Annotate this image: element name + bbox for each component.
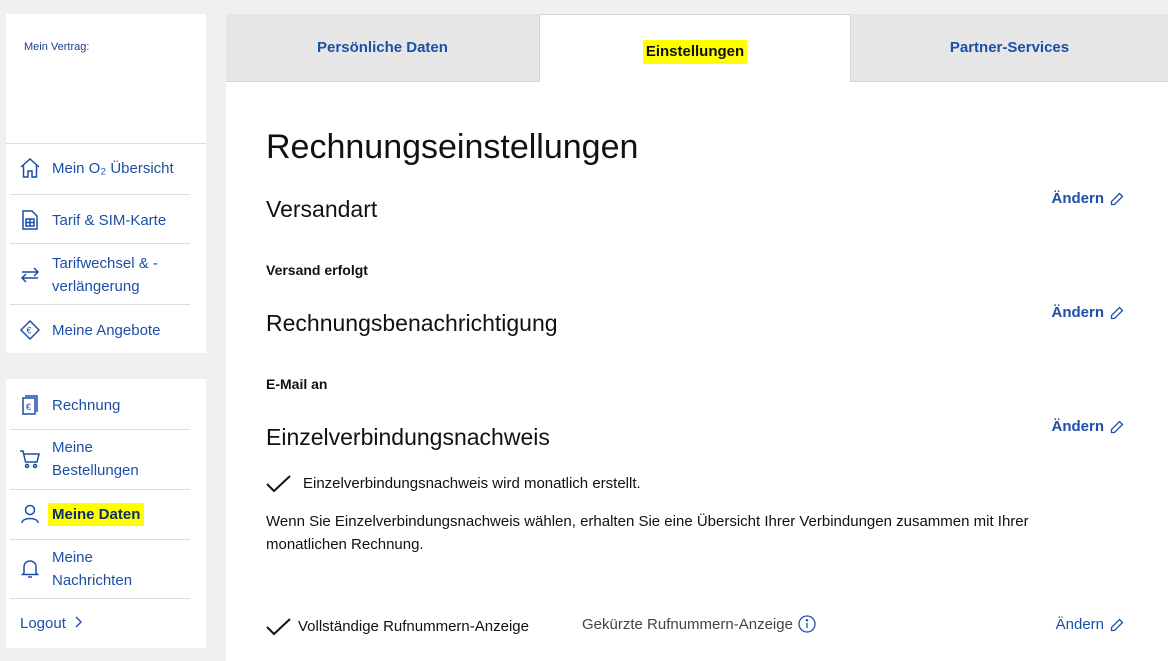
sidebar-item-overview[interactable]: Mein O₂ Übersicht <box>10 156 190 180</box>
divider <box>10 304 190 305</box>
rufnummer-option-full[interactable]: Vollständige Rufnummern-Anzeige <box>266 615 529 638</box>
divider <box>10 429 190 430</box>
field-label: E-Mail an <box>266 376 328 392</box>
page-title: Rechnungseinstellungen <box>266 128 639 166</box>
divider <box>10 539 190 540</box>
swap-arrows-icon <box>18 263 42 287</box>
sidebar-item-label: Meine Angebote <box>52 321 161 339</box>
offer-tag-icon: € <box>18 318 42 342</box>
user-icon <box>18 502 42 526</box>
sidebar-item-nachrichten[interactable]: Meine Nachrichten <box>10 546 190 592</box>
sidebar-item-tarif[interactable]: Tarif & SIM-Karte <box>10 208 190 232</box>
field-label: Versand erfolgt <box>266 262 368 278</box>
rufnummer-full-label: Vollständige Rufnummern-Anzeige <box>298 618 529 635</box>
divider <box>10 598 190 599</box>
section-heading: Versandart <box>266 196 378 222</box>
change-benachrichtigung-button[interactable]: Ändern <box>1052 304 1125 321</box>
checkmark-icon <box>266 617 291 635</box>
chevron-right-icon <box>74 615 82 632</box>
invoice-icon: € <box>18 393 42 417</box>
sidebar-item-label: Tarif & SIM-Karte <box>52 211 167 229</box>
pencil-icon <box>1110 420 1124 433</box>
sidebar-item-label: Mein O₂ Übersicht <box>52 159 174 177</box>
sidebar-item-angebote[interactable]: € Meine Angebote <box>10 318 190 342</box>
divider <box>10 243 190 244</box>
evn-status: Einzelverbindungsnachweis wird monatlich… <box>266 472 641 495</box>
divider <box>6 143 206 144</box>
tab-persoenliche-daten[interactable]: Persönliche Daten <box>226 14 539 81</box>
sidebar-item-label: Meine Nachrichten <box>52 549 133 589</box>
svg-text:€: € <box>26 402 31 412</box>
change-label: Ändern <box>1055 616 1104 633</box>
change-label: Ändern <box>1051 304 1105 321</box>
home-icon <box>18 156 42 180</box>
contract-label: Mein Vertrag: <box>24 41 90 53</box>
cart-icon <box>18 447 42 471</box>
sim-card-icon <box>18 208 42 232</box>
sidebar-item-label: Rechnung <box>52 396 121 414</box>
tab-einstellungen[interactable]: Einstellungen <box>539 14 851 82</box>
section-heading: Einzelverbindungsnachweis <box>266 424 550 450</box>
pencil-icon <box>1110 306 1124 319</box>
checkmark-icon <box>266 474 291 492</box>
sidebar-item-bestellungen[interactable]: Meine Bestellungen <box>10 436 190 482</box>
info-icon[interactable] <box>798 615 816 633</box>
svg-text:€: € <box>27 326 32 336</box>
divider <box>10 194 190 195</box>
tab-partner-services[interactable]: Partner-Services <box>851 14 1168 81</box>
evn-status-text: Einzelverbindungsnachweis wird monatlich… <box>303 475 641 492</box>
rufnummer-short-label: Gekürzte Rufnummern-Anzeige <box>582 615 793 633</box>
sidebar-item-label: Meine Bestellungen <box>52 439 139 479</box>
change-rufnummer-button[interactable]: Ändern <box>1056 616 1124 633</box>
rufnummer-option-short[interactable]: Gekürzte Rufnummern-Anzeige <box>582 615 816 633</box>
logout-link[interactable]: Logout <box>20 612 200 635</box>
change-label: Ändern <box>1051 418 1105 435</box>
pencil-icon <box>1110 192 1124 205</box>
tab-label: Partner-Services <box>949 39 1070 56</box>
tab-label: Einstellungen <box>642 39 748 64</box>
sidebar-item-rechnung[interactable]: € Rechnung <box>10 393 190 417</box>
tab-label: Persönliche Daten <box>317 39 448 56</box>
bell-icon <box>18 557 42 581</box>
change-label: Ändern <box>1051 190 1105 207</box>
change-versandart-button[interactable]: Ändern <box>1052 190 1125 207</box>
sidebar-item-tarifwechsel[interactable]: Tarifwechsel & -verlängerung <box>10 252 190 298</box>
sidebar-contract-card: Mein Vertrag: <box>6 14 206 353</box>
sidebar-item-label: Meine Daten <box>48 502 145 526</box>
pencil-icon <box>1110 618 1124 631</box>
main-panel: Rechnungseinstellungen Versandart Ändern… <box>226 81 1168 661</box>
evn-description: Wenn Sie Einzelverbindungsnachweis wähle… <box>266 513 1029 553</box>
sidebar-item-label: Tarifwechsel & -verlängerung <box>52 255 158 295</box>
change-evn-button[interactable]: Ändern <box>1052 418 1125 435</box>
section-heading: Rechnungsbenachrichtigung <box>266 310 558 336</box>
divider <box>10 489 190 490</box>
logout-label: Logout <box>20 615 66 632</box>
sidebar-item-meine-daten[interactable]: Meine Daten <box>10 502 190 526</box>
